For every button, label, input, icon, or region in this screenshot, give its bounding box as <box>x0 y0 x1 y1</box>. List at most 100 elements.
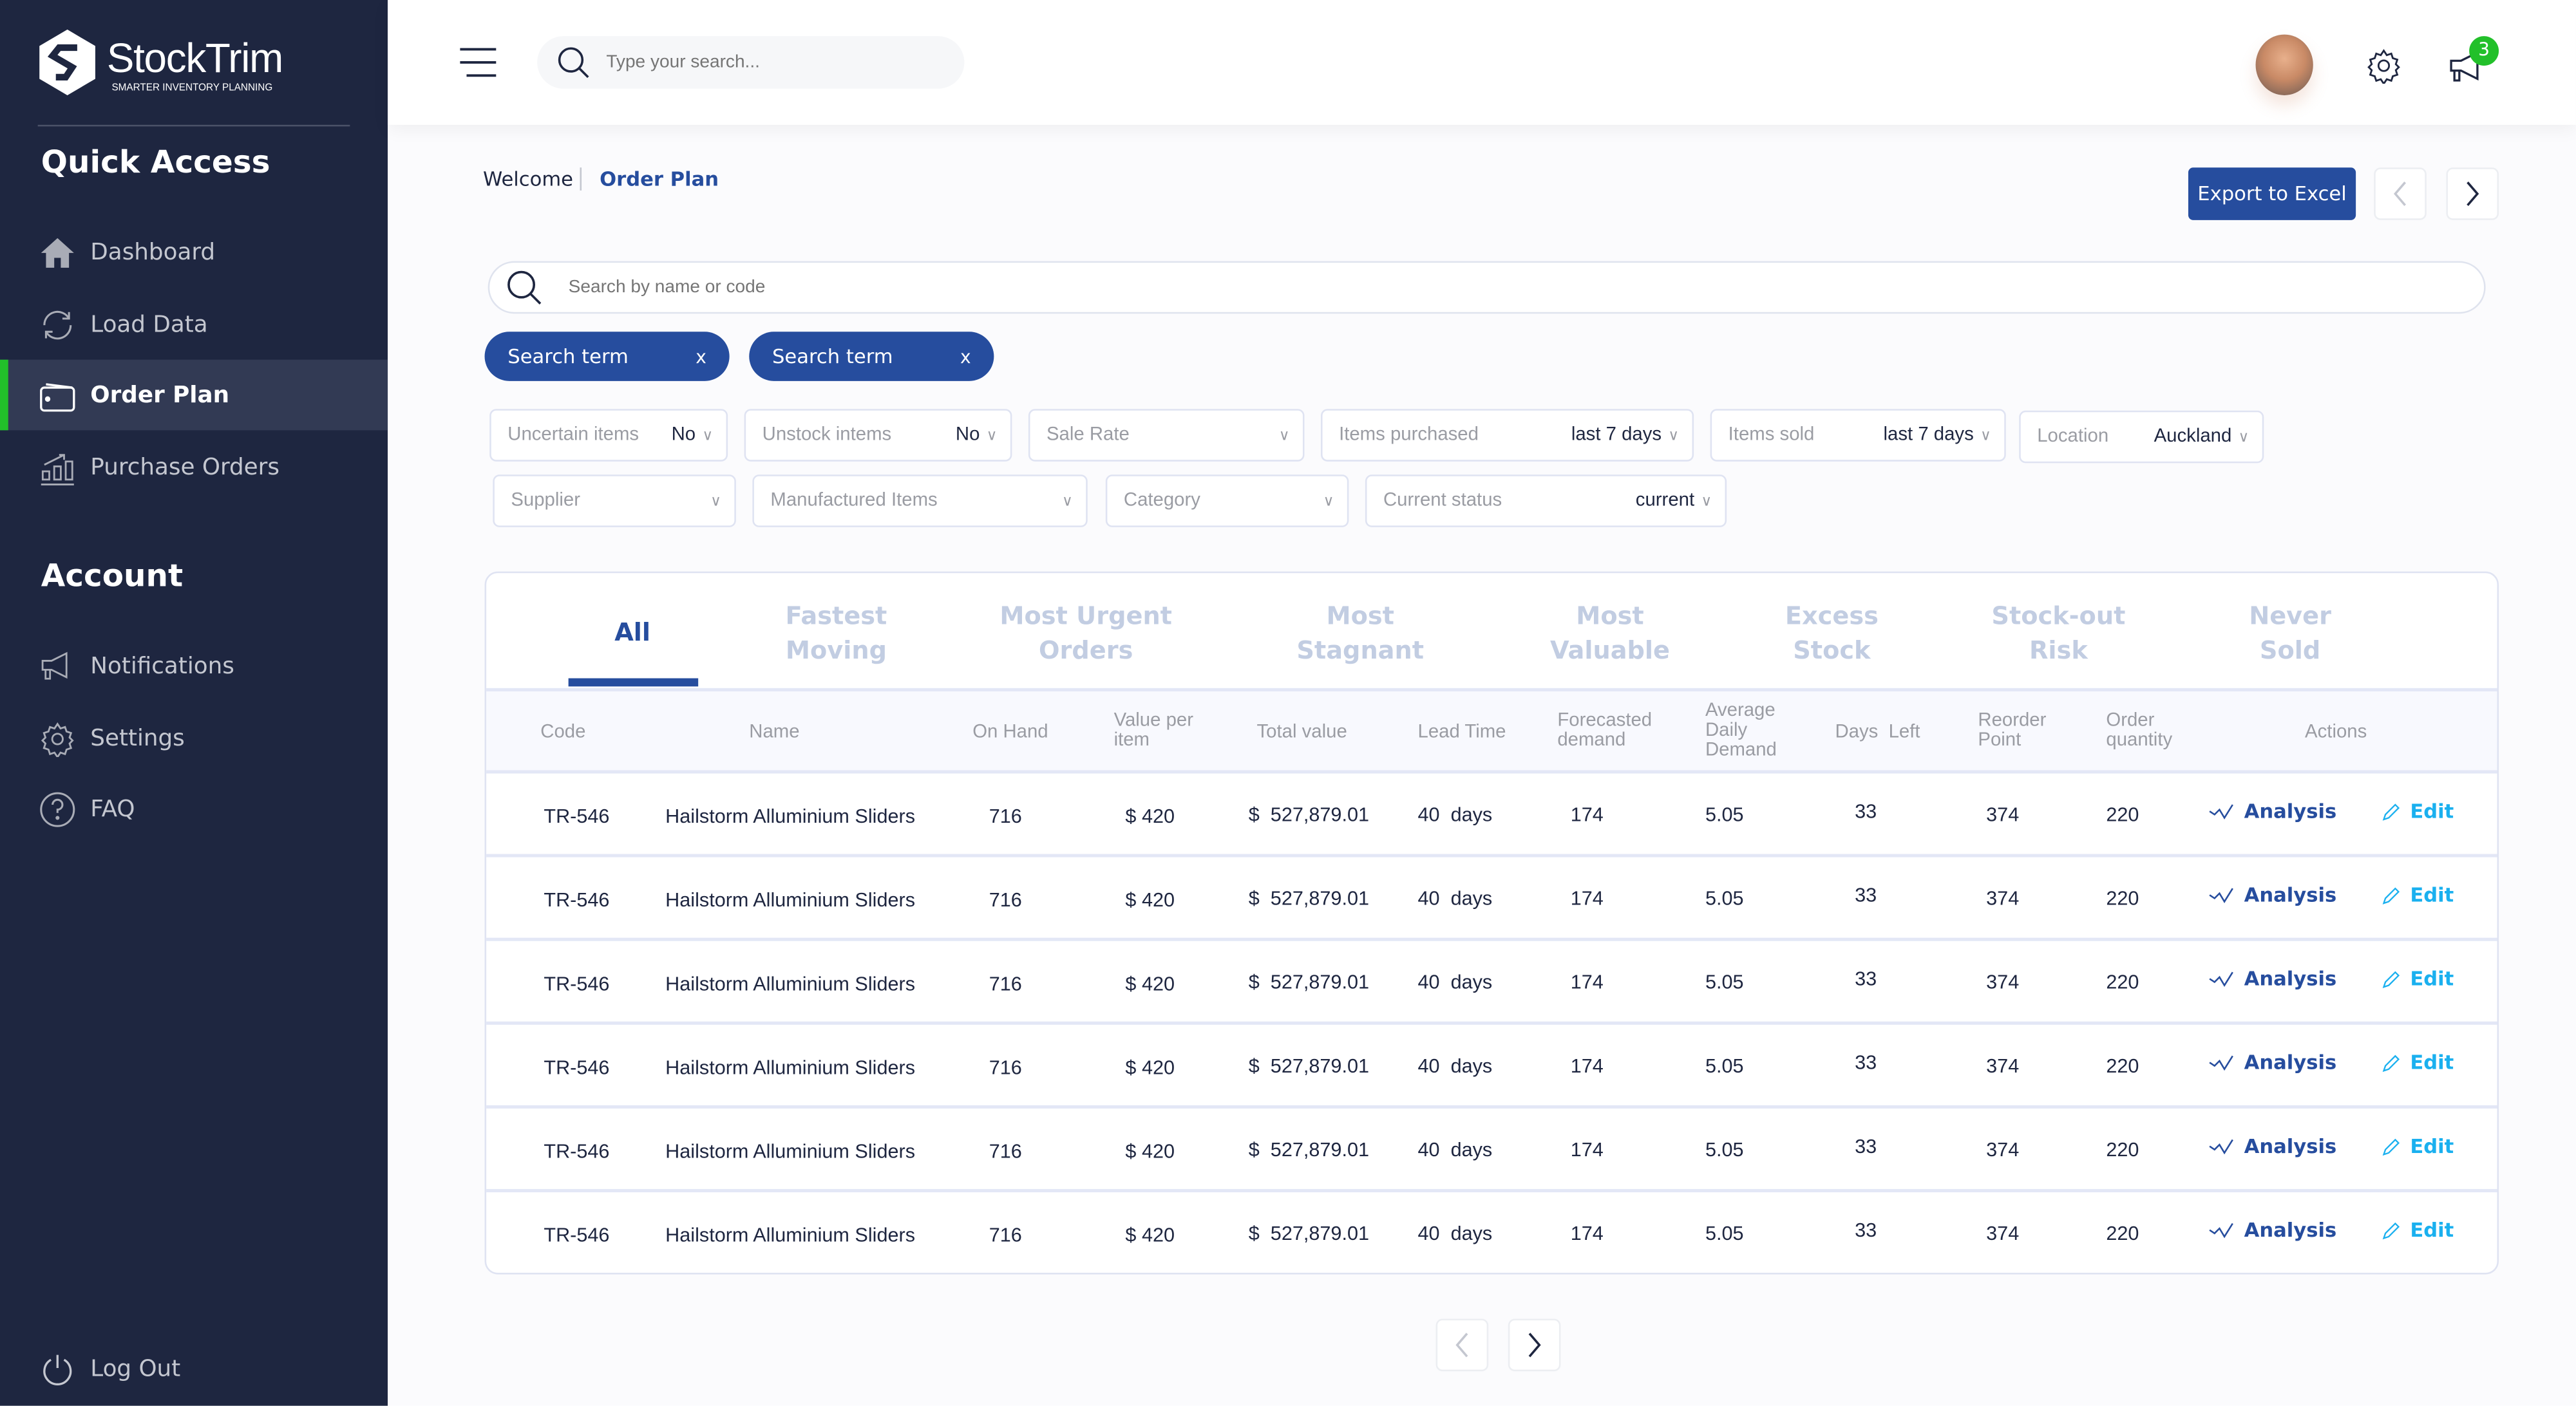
filter-sale-rate[interactable]: Sale Rate ∨ <box>1028 409 1305 462</box>
sidebar-item-settings[interactable]: Settings <box>0 703 388 774</box>
table-cell: $ 527,879.01 <box>1248 1054 1370 1078</box>
table-cell: 374 <box>1986 886 2020 910</box>
analysis-button[interactable]: Analysis <box>2208 1135 2336 1158</box>
analysis-button[interactable]: Analysis <box>2208 1219 2336 1242</box>
column-header[interactable]: Code <box>540 722 639 742</box>
analysis-button[interactable]: Analysis <box>2208 800 2336 823</box>
chevron-down-icon: ∨ <box>1061 492 1073 509</box>
analysis-label: Analysis <box>2244 967 2337 991</box>
chevron-down-icon: ∨ <box>1278 426 1290 443</box>
tab-all[interactable]: All <box>534 616 731 651</box>
tab-stock-out-risk[interactable]: Stock-out Risk <box>1960 599 2157 668</box>
pencil-icon <box>2382 1054 2400 1071</box>
sidebar-item-purchase-orders[interactable]: Purchase Orders <box>0 432 388 503</box>
column-header[interactable]: Days Left <box>1835 722 1950 742</box>
chevron-down-icon: ∨ <box>2238 427 2249 445</box>
global-search-input[interactable] <box>603 51 938 74</box>
global-search[interactable] <box>537 36 965 89</box>
chip-remove-button[interactable]: x <box>696 346 706 367</box>
filter-label: Uncertain items <box>507 425 639 445</box>
edit-label: Edit <box>2410 1134 2454 1158</box>
table-cell: 716 <box>989 972 1022 995</box>
table-cell: 174 <box>1570 886 1604 910</box>
chevron-down-icon: ∨ <box>702 426 714 443</box>
sidebar-item-order-plan[interactable]: Order Plan <box>0 359 388 431</box>
order-plan-table-card: All Fastest Moving Most Urgent Orders Most Sta… <box>484 571 2499 1275</box>
bar-chart-icon <box>38 447 77 487</box>
filter-location[interactable]: Location Auckland ∨ <box>2019 410 2264 464</box>
analysis-button[interactable]: Analysis <box>2208 1051 2336 1074</box>
column-header[interactable]: Average Daily Demand <box>1705 701 1804 760</box>
edit-button[interactable]: Edit <box>2382 800 2454 823</box>
edit-button[interactable]: Edit <box>2382 1135 2454 1158</box>
filter-category[interactable]: Category ∨ <box>1105 474 1349 527</box>
filter-current-status[interactable]: Current status current ∨ <box>1365 474 1727 527</box>
table-cell: $ 420 <box>1125 1223 1175 1247</box>
filter-uncertain-items[interactable]: Uncertain items No ∨ <box>489 409 728 462</box>
edit-button[interactable]: Edit <box>2382 883 2454 906</box>
filter-value: No <box>671 425 696 445</box>
tab-fastest-moving[interactable]: Fastest Moving <box>737 599 934 668</box>
breadcrumb-root[interactable]: Welcome <box>483 167 573 191</box>
filter-label: Supplier <box>511 491 581 511</box>
chevron-down-icon: ∨ <box>1980 426 1991 443</box>
edit-button[interactable]: Edit <box>2382 968 2454 990</box>
column-header[interactable]: Lead Time <box>1418 722 1533 742</box>
edit-button[interactable]: Edit <box>2382 1219 2454 1242</box>
sidebar-item-load-data[interactable]: Load Data <box>0 289 388 360</box>
table-cell: $ 527,879.01 <box>1248 1221 1370 1245</box>
pagination-next-button[interactable] <box>1508 1318 1561 1372</box>
pencil-icon <box>2382 886 2400 904</box>
sidebar-item-label: Purchase Orders <box>90 454 279 481</box>
table-cell: 33 <box>1855 1051 1877 1074</box>
filter-unstock-intems[interactable]: Unstock intems No ∨ <box>744 409 1012 462</box>
analysis-button[interactable]: Analysis <box>2208 883 2336 906</box>
brand-tagline: SMARTER INVENTORY PLANNING <box>111 84 273 94</box>
user-avatar[interactable] <box>2255 34 2313 95</box>
chip-remove-button[interactable]: x <box>960 346 971 367</box>
wallet-icon <box>38 375 77 415</box>
next-button[interactable] <box>2446 167 2499 220</box>
column-header[interactable]: Order quantity <box>2106 711 2204 751</box>
tab-most-urgent-orders[interactable]: Most Urgent Orders <box>987 599 1184 668</box>
sidebar-item-label: Dashboard <box>90 239 216 265</box>
column-header[interactable]: Name <box>749 722 880 742</box>
gear-icon[interactable] <box>2365 48 2401 84</box>
column-header[interactable]: Actions <box>2305 722 2403 742</box>
filter-value: last 7 days <box>1571 425 1662 445</box>
item-search[interactable] <box>488 261 2486 314</box>
item-search-input[interactable] <box>565 276 2215 299</box>
sidebar-item-notifications[interactable]: Notifications <box>0 631 388 702</box>
export-excel-button[interactable]: Export to Excel <box>2188 167 2356 220</box>
pagination-prev-button[interactable] <box>1435 1318 1489 1372</box>
sidebar-item-label: Settings <box>90 725 185 752</box>
column-header[interactable]: Value per item <box>1114 711 1213 751</box>
filter-items-purchased[interactable]: Items purchased last 7 days ∨ <box>1321 409 1694 462</box>
column-header[interactable]: Total value <box>1257 722 1372 742</box>
tab-most-valuable[interactable]: Most Valuable <box>1511 599 1709 668</box>
prev-button[interactable] <box>2374 167 2427 220</box>
search-icon <box>507 270 542 305</box>
filter-items-sold[interactable]: Items sold last 7 days ∨ <box>1710 409 2006 462</box>
analysis-chart-icon <box>2209 1139 2233 1155</box>
hamburger-menu-icon[interactable] <box>460 46 497 79</box>
sidebar-item-dashboard[interactable]: Dashboard <box>0 217 388 288</box>
filter-manufactured-items[interactable]: Manufactured Items ∨ <box>752 474 1088 527</box>
tab-never-sold[interactable]: Never Sold <box>2192 599 2389 668</box>
search-term-chip: Search term x <box>484 332 730 381</box>
filter-supplier[interactable]: Supplier ∨ <box>493 474 736 527</box>
search-icon <box>558 47 589 79</box>
tab-excess-stock[interactable]: Excess Stock <box>1733 599 1930 668</box>
analysis-button[interactable]: Analysis <box>2208 967 2337 991</box>
table-cell: 33 <box>1855 967 1877 991</box>
column-header[interactable]: On Hand <box>972 722 1071 742</box>
table-cell: 33 <box>1855 1134 1877 1158</box>
tab-most-stagnant[interactable]: Most Stagnant <box>1262 599 1459 668</box>
chevron-down-icon: ∨ <box>710 492 721 509</box>
column-header[interactable]: Forecasted demand <box>1557 711 1672 751</box>
edit-button[interactable]: Edit <box>2382 1051 2454 1074</box>
table-cell: $ 420 <box>1125 1056 1175 1080</box>
sidebar-item-faq[interactable]: FAQ <box>0 774 388 845</box>
column-header[interactable]: Reorder Point <box>1978 711 2076 751</box>
sidebar-item-logout[interactable]: Log Out <box>0 1333 388 1404</box>
